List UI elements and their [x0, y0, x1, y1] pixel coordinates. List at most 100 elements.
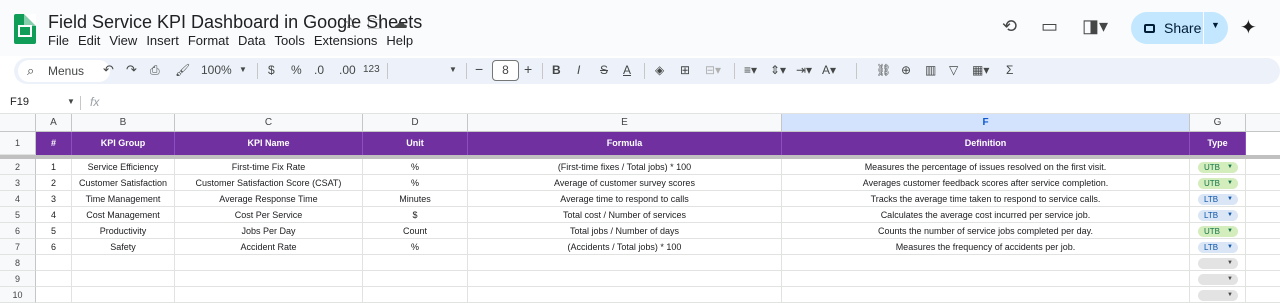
cell-type[interactable]: LTB ▼ — [1190, 207, 1246, 223]
share-options-caret-icon[interactable]: ▼ — [1211, 20, 1220, 30]
table-header-type[interactable]: Type — [1190, 132, 1246, 155]
cell-kpi-group[interactable]: Customer Satisfaction — [72, 175, 175, 191]
increase-font-size-icon[interactable]: + — [524, 61, 532, 77]
cell-formula[interactable] — [468, 255, 782, 271]
cell-kpi-name[interactable] — [175, 287, 363, 303]
cell-kpi-group[interactable] — [72, 255, 175, 271]
cell-unit[interactable]: Minutes — [363, 191, 468, 207]
print-icon[interactable]: ⎙ — [150, 63, 160, 78]
cell-formula[interactable] — [468, 271, 782, 287]
insert-comment-icon[interactable]: ⊕ — [901, 63, 911, 77]
cell-h[interactable] — [1246, 239, 1280, 255]
cell-definition[interactable] — [782, 255, 1190, 271]
merge-cells-icon[interactable]: ⊟▾ — [705, 63, 721, 77]
column-header-b[interactable]: B — [72, 114, 175, 132]
cell-num[interactable] — [36, 271, 72, 287]
zoom-select[interactable]: 100% — [201, 63, 232, 77]
chip-dropdown-icon[interactable]: ▼ — [1227, 258, 1233, 269]
increase-decimal-button[interactable]: .00 — [339, 63, 356, 77]
cell-formula[interactable]: (First-time fixes / Total jobs) * 100 — [468, 159, 782, 175]
cell-formula[interactable]: Average of customer survey scores — [468, 175, 782, 191]
cell-unit[interactable]: % — [363, 175, 468, 191]
cell-type[interactable]: UTB ▼ — [1190, 223, 1246, 239]
version-history-icon[interactable]: ⟲ — [1002, 16, 1017, 37]
cell-kpi-name[interactable]: Average Response Time — [175, 191, 363, 207]
row-header[interactable]: 7 — [0, 239, 36, 255]
cell-definition[interactable]: Tracks the average time taken to respond… — [782, 191, 1190, 207]
cell-kpi-group[interactable] — [72, 271, 175, 287]
type-chip[interactable]: LTB ▼ — [1198, 194, 1238, 205]
gemini-sparkle-icon[interactable]: ✦ — [1240, 15, 1257, 40]
cell-num[interactable]: 6 — [36, 239, 72, 255]
table-header-kpi-name[interactable]: KPI Name — [175, 132, 363, 155]
menu-format[interactable]: Format — [188, 33, 234, 48]
text-wrapping-icon[interactable]: ⇥▾ — [796, 63, 812, 77]
row-header[interactable]: 2 — [0, 159, 36, 175]
type-chip[interactable]: LTB ▼ — [1198, 210, 1238, 221]
row-header[interactable]: 1 — [0, 132, 36, 155]
cell-definition[interactable] — [782, 271, 1190, 287]
cell-definition[interactable]: Measures the frequency of accidents per … — [782, 239, 1190, 255]
chip-dropdown-icon[interactable]: ▼ — [1227, 274, 1233, 285]
cell-h[interactable] — [1246, 287, 1280, 303]
cell-formula[interactable]: Total jobs / Number of days — [468, 223, 782, 239]
column-header-a[interactable]: A — [36, 114, 72, 132]
table-header-kpi-group[interactable]: KPI Group — [72, 132, 175, 155]
menu-data[interactable]: Data — [238, 33, 270, 48]
more-formats-button[interactable]: 123 — [363, 64, 380, 75]
decrease-decimal-button[interactable]: .0 — [314, 63, 324, 77]
cell-definition[interactable]: Measures the percentage of issues resolv… — [782, 159, 1190, 175]
cell-formula[interactable]: Average time to respond to calls — [468, 191, 782, 207]
chip-dropdown-icon[interactable]: ▼ — [1227, 178, 1233, 189]
cell-kpi-name[interactable] — [175, 255, 363, 271]
borders-icon[interactable]: ⊞ — [680, 63, 690, 77]
column-header-e[interactable]: E — [468, 114, 782, 132]
text-color-icon[interactable]: A — [623, 63, 631, 77]
type-chip[interactable]: ▼ — [1198, 258, 1238, 269]
currency-format-button[interactable]: $ — [268, 63, 275, 77]
filter-icon[interactable]: ▽ — [949, 63, 958, 77]
cell-kpi-group[interactable]: Safety — [72, 239, 175, 255]
cell-unit[interactable]: % — [363, 159, 468, 175]
sheets-logo-icon[interactable] — [14, 14, 36, 44]
table-header-unit[interactable]: Unit — [363, 132, 468, 155]
cell-num[interactable]: 1 — [36, 159, 72, 175]
row-header[interactable]: 8 — [0, 255, 36, 271]
cell-kpi-name[interactable]: Cost Per Service — [175, 207, 363, 223]
paint-format-icon[interactable]: 🖌 — [175, 63, 190, 77]
menu-search[interactable]: ⌕ Menus — [18, 60, 110, 82]
chip-dropdown-icon[interactable]: ▼ — [1227, 162, 1233, 173]
horizontal-align-icon[interactable]: ≡▾ — [744, 63, 757, 77]
cell-type[interactable]: ▼ — [1190, 287, 1246, 303]
cell-kpi-name[interactable]: Customer Satisfaction Score (CSAT) — [175, 175, 363, 191]
type-chip[interactable]: UTB ▼ — [1198, 162, 1238, 173]
cell-formula[interactable]: Total cost / Number of services — [468, 207, 782, 223]
italic-icon[interactable]: I — [577, 63, 580, 77]
cell-unit[interactable] — [363, 287, 468, 303]
text-rotation-icon[interactable]: A▾ — [822, 63, 836, 77]
cell-unit[interactable]: % — [363, 239, 468, 255]
chip-dropdown-icon[interactable]: ▼ — [1227, 242, 1233, 253]
cell-h[interactable] — [1246, 255, 1280, 271]
cell-unit[interactable] — [363, 271, 468, 287]
cell-type[interactable]: LTB ▼ — [1190, 191, 1246, 207]
type-chip[interactable]: ▼ — [1198, 290, 1238, 301]
type-chip[interactable]: UTB ▼ — [1198, 178, 1238, 189]
insert-chart-icon[interactable]: ▥ — [925, 63, 936, 77]
column-header-f[interactable]: F — [782, 114, 1190, 132]
redo-icon[interactable]: ↷ — [126, 62, 137, 78]
frozen-row-divider[interactable] — [0, 155, 1280, 159]
filter-views-icon[interactable]: ▦▾ — [972, 63, 989, 77]
cell-kpi-name[interactable]: First-time Fix Rate — [175, 159, 363, 175]
cell-definition[interactable]: Averages customer feedback scores after … — [782, 175, 1190, 191]
name-box-caret-icon[interactable]: ▼ — [67, 97, 75, 106]
share-button[interactable]: Share ▼ — [1131, 12, 1228, 44]
cell-formula[interactable]: (Accidents / Total jobs) * 100 — [468, 239, 782, 255]
cell-h[interactable] — [1246, 223, 1280, 239]
menu-edit[interactable]: Edit — [78, 33, 105, 48]
table-header-definition[interactable]: Definition — [782, 132, 1190, 155]
menu-help[interactable]: Help — [386, 33, 418, 48]
cell-type[interactable]: ▼ — [1190, 271, 1246, 287]
cell-definition[interactable]: Calculates the average cost incurred per… — [782, 207, 1190, 223]
cell-num[interactable] — [36, 255, 72, 271]
